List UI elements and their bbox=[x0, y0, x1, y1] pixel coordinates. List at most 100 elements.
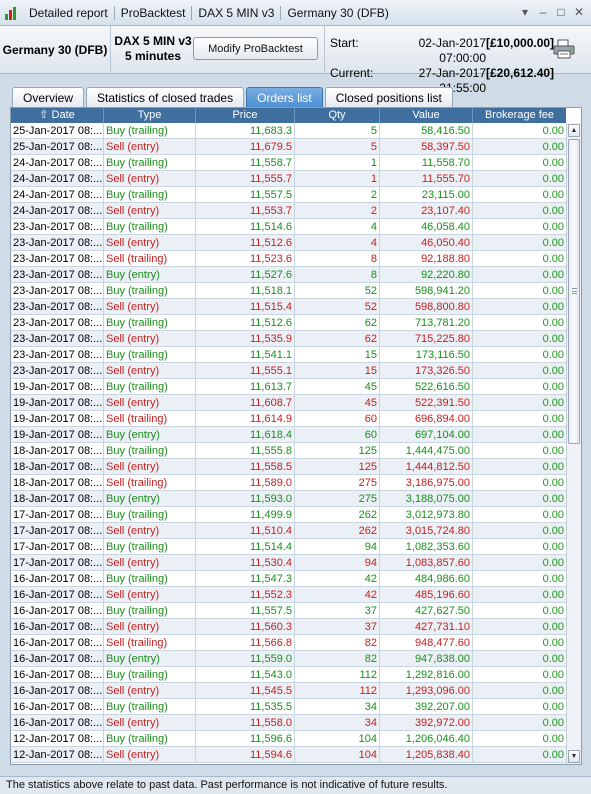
table-row[interactable]: 23-Jan-2017 08:... Buy (entry) 11,527.6 8 92… bbox=[11, 267, 566, 283]
table-row[interactable]: 18-Jan-2017 08:... Buy (entry) 11,593.0 275… bbox=[11, 491, 566, 507]
column-header-brokerage-fee[interactable]: Brokerage fee bbox=[473, 108, 566, 123]
cell-qty: 45 bbox=[295, 379, 380, 394]
table-row[interactable]: 17-Jan-2017 08:... Sell (entry) 11,510.4 26… bbox=[11, 523, 566, 539]
cell-qty: 104 bbox=[295, 731, 380, 746]
cell-price: 11,618.4 bbox=[196, 427, 295, 442]
table-row[interactable]: 18-Jan-2017 08:... Buy (trailing) 11,555.8… bbox=[11, 443, 566, 459]
table-row[interactable]: 19-Jan-2017 08:... Sell (entry) 11,608.7 45… bbox=[11, 395, 566, 411]
tab-overview[interactable]: Overview bbox=[12, 87, 85, 107]
table-row[interactable]: 19-Jan-2017 08:... Buy (trailing) 11,613.7… bbox=[11, 379, 566, 395]
cell-price: 11,530.4 bbox=[196, 555, 295, 570]
table-row[interactable]: 23-Jan-2017 08:... Buy (trailing) 11,512.6… bbox=[11, 315, 566, 331]
header-divider bbox=[324, 26, 325, 74]
cell-price: 11,545.5 bbox=[196, 683, 295, 698]
cell-qty: 45 bbox=[295, 395, 380, 410]
table-row[interactable]: 16-Jan-2017 08:... Sell (entry) 11,552.3 42… bbox=[11, 587, 566, 603]
cell-brokerage-fee: 0.00 bbox=[542, 605, 564, 617]
column-header-price[interactable]: Price bbox=[196, 108, 295, 123]
cell-type: Buy (trailing) bbox=[104, 603, 196, 618]
table-row[interactable]: 24-Jan-2017 08:... Buy (trailing) 11,557.5… bbox=[11, 187, 566, 203]
table-row[interactable]: 25-Jan-2017 08:... Sell (entry) 11,679.5 5 5… bbox=[11, 139, 566, 155]
minimize-icon[interactable]: – bbox=[537, 5, 549, 19]
table-row[interactable]: 16-Jan-2017 08:... Buy (trailing) 11,543.0… bbox=[11, 667, 566, 683]
cell-date: 23-Jan-2017 08:... bbox=[13, 347, 104, 362]
table-row[interactable]: 12-Jan-2017 08:... Buy (trailing) 11,596.6… bbox=[11, 731, 566, 747]
column-header-qty[interactable]: Qty bbox=[295, 108, 380, 123]
table-row[interactable]: 18-Jan-2017 08:... Sell (entry) 11,558.5 12… bbox=[11, 459, 566, 475]
column-header-value[interactable]: Value bbox=[380, 108, 473, 123]
maximize-icon[interactable]: □ bbox=[555, 5, 567, 19]
cell-qty: 262 bbox=[295, 507, 380, 522]
cell-brokerage-fee: 0.00 bbox=[542, 621, 564, 633]
cell-brokerage-fee: 0.00 bbox=[542, 397, 564, 409]
table-row[interactable]: 23-Jan-2017 08:... Sell (entry) 11,515.4 52… bbox=[11, 299, 566, 315]
cell-date: 17-Jan-2017 08:... bbox=[13, 523, 104, 538]
cell-date: 16-Jan-2017 08:... bbox=[13, 651, 104, 666]
printer-icon[interactable] bbox=[553, 39, 575, 59]
cell-value: 713,781.20 bbox=[380, 315, 473, 330]
table-row[interactable]: 16-Jan-2017 08:... Buy (trailing) 11,547.3… bbox=[11, 571, 566, 587]
dropdown-icon[interactable]: ▾ bbox=[519, 5, 531, 19]
cell-type: Buy (trailing) bbox=[104, 155, 196, 170]
table-row[interactable]: 16-Jan-2017 08:... Buy (trailing) 11,535.5… bbox=[11, 699, 566, 715]
cell-price: 11,559.0 bbox=[196, 651, 295, 666]
table-row[interactable]: 24-Jan-2017 08:... Buy (trailing) 11,558.7… bbox=[11, 155, 566, 171]
cell-type: Buy (trailing) bbox=[104, 315, 196, 330]
cell-date: 23-Jan-2017 08:... bbox=[13, 267, 104, 282]
table-row[interactable]: 16-Jan-2017 08:... Sell (entry) 11,558.0 34… bbox=[11, 715, 566, 731]
cell-value: 1,293,096.00 bbox=[380, 683, 473, 698]
cell-value: 1,444,475.00 bbox=[380, 443, 473, 458]
cell-price: 11,547.3 bbox=[196, 571, 295, 586]
cell-type: Buy (entry) bbox=[104, 491, 196, 506]
cell-date: 16-Jan-2017 08:... bbox=[13, 635, 104, 650]
table-row[interactable]: 24-Jan-2017 08:... Sell (entry) 11,555.7 1 1… bbox=[11, 171, 566, 187]
table-row[interactable]: 16-Jan-2017 08:... Sell (entry) 11,560.3 37… bbox=[11, 619, 566, 635]
table-row[interactable]: 25-Jan-2017 08:... Buy (trailing) 11,683.3… bbox=[11, 123, 566, 139]
cell-price: 11,608.7 bbox=[196, 395, 295, 410]
cell-value: 46,050.40 bbox=[380, 235, 473, 250]
cell-value: 598,800.80 bbox=[380, 299, 473, 314]
scrollbar-thumb[interactable] bbox=[568, 139, 580, 444]
table-row[interactable]: 23-Jan-2017 08:... Sell (entry) 11,535.9 62… bbox=[11, 331, 566, 347]
table-row[interactable]: 24-Jan-2017 08:... Sell (entry) 11,553.7 2 2… bbox=[11, 203, 566, 219]
cell-brokerage-fee: 0.00 bbox=[542, 157, 564, 169]
table-row[interactable]: 23-Jan-2017 08:... Sell (entry) 11,555.1 15… bbox=[11, 363, 566, 379]
cell-type: Sell (trailing) bbox=[104, 475, 196, 490]
table-row[interactable]: 23-Jan-2017 08:... Buy (trailing) 11,541.1… bbox=[11, 347, 566, 363]
table-row[interactable]: 16-Jan-2017 08:... Buy (trailing) 11,557.5… bbox=[11, 603, 566, 619]
tab-orders-list[interactable]: Orders list bbox=[246, 87, 323, 107]
table-row[interactable]: 16-Jan-2017 08:... Sell (trailing) 11,566.… bbox=[11, 635, 566, 651]
modify-probacktest-button[interactable]: Modify ProBacktest bbox=[193, 37, 318, 60]
cell-date: 17-Jan-2017 08:... bbox=[13, 507, 104, 522]
disclaimer-footer: The statistics above relate to past data… bbox=[0, 776, 591, 794]
cell-type: Buy (trailing) bbox=[104, 379, 196, 394]
table-row[interactable]: 17-Jan-2017 08:... Buy (trailing) 11,514.4… bbox=[11, 539, 566, 555]
table-row[interactable]: 19-Jan-2017 08:... Sell (trailing) 11,614.… bbox=[11, 411, 566, 427]
table-row[interactable]: 18-Jan-2017 08:... Sell (trailing) 11,589.… bbox=[11, 475, 566, 491]
cell-value: 58,397.50 bbox=[380, 139, 473, 154]
table-row[interactable]: 23-Jan-2017 08:... Sell (trailing) 11,523.… bbox=[11, 251, 566, 267]
table-row[interactable]: 23-Jan-2017 08:... Buy (trailing) 11,518.1… bbox=[11, 283, 566, 299]
cell-type: Buy (entry) bbox=[104, 651, 196, 666]
cell-date: 25-Jan-2017 08:... bbox=[13, 123, 104, 138]
table-row[interactable]: 17-Jan-2017 08:... Buy (trailing) 11,499.9… bbox=[11, 507, 566, 523]
vertical-scrollbar[interactable]: ▲ ▼ bbox=[566, 123, 581, 764]
tab-closed-positions-list[interactable]: Closed positions list bbox=[324, 87, 453, 107]
cell-date: 23-Jan-2017 08:... bbox=[13, 299, 104, 314]
cell-type: Sell (entry) bbox=[104, 747, 196, 762]
table-row[interactable]: 12-Jan-2017 08:... Sell (entry) 11,594.6 10… bbox=[11, 747, 566, 763]
column-header-date[interactable]: ⇧ Date bbox=[11, 108, 104, 123]
cell-qty: 112 bbox=[295, 667, 380, 682]
cell-date: 23-Jan-2017 08:... bbox=[13, 283, 104, 298]
scroll-up-arrow-icon[interactable]: ▲ bbox=[568, 124, 580, 137]
scroll-down-arrow-icon[interactable]: ▼ bbox=[568, 750, 580, 763]
table-row[interactable]: 16-Jan-2017 08:... Buy (entry) 11,559.0 82 9… bbox=[11, 651, 566, 667]
table-row[interactable]: 16-Jan-2017 08:... Sell (entry) 11,545.5 11… bbox=[11, 683, 566, 699]
table-row[interactable]: 19-Jan-2017 08:... Buy (entry) 11,618.4 60 6… bbox=[11, 427, 566, 443]
table-row[interactable]: 17-Jan-2017 08:... Sell (entry) 11,530.4 94… bbox=[11, 555, 566, 571]
tab-statistics-closed-trades[interactable]: Statistics of closed trades bbox=[86, 87, 245, 107]
table-row[interactable]: 23-Jan-2017 08:... Buy (trailing) 11,514.6… bbox=[11, 219, 566, 235]
close-icon[interactable]: ✕ bbox=[573, 5, 585, 19]
table-row[interactable]: 23-Jan-2017 08:... Sell (entry) 11,512.6 4 4… bbox=[11, 235, 566, 251]
column-header-type[interactable]: Type bbox=[104, 108, 196, 123]
